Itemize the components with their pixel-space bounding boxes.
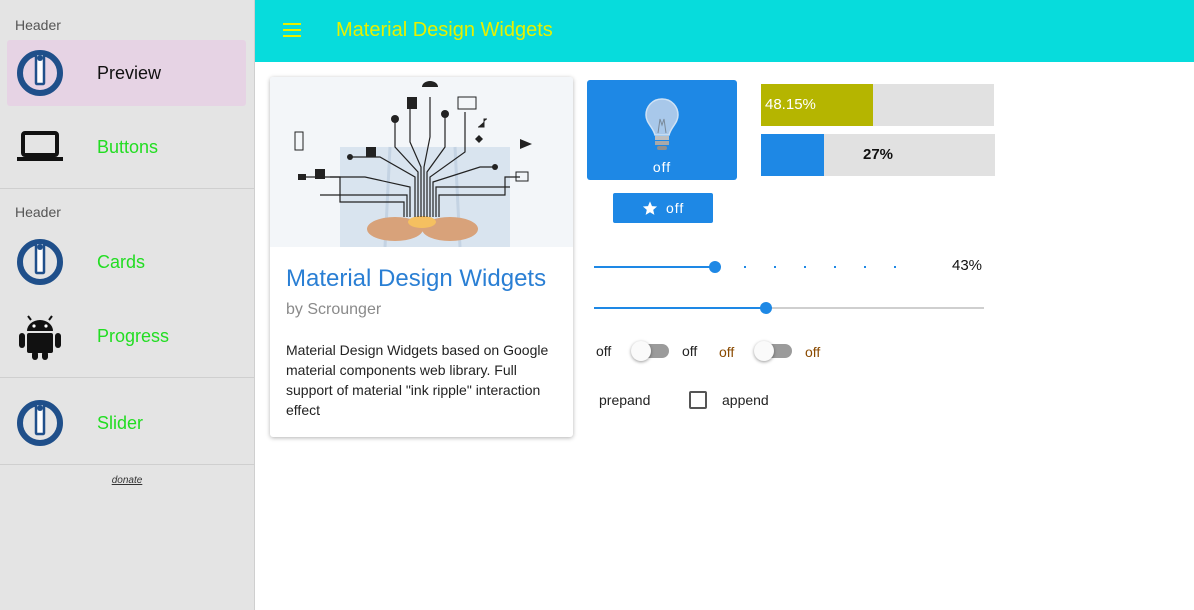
lightbulb-icon — [645, 98, 679, 150]
slider-tick — [774, 266, 776, 268]
checkbox-prepend-label: prepand — [599, 392, 651, 408]
iobroker-logo-icon — [17, 400, 63, 446]
favorite-toggle-button[interactable]: off — [613, 193, 713, 223]
card-description: Material Design Widgets based on Google … — [286, 342, 549, 418]
slider-tick — [864, 266, 866, 268]
sidebar-item-label: Buttons — [97, 137, 159, 157]
slider-fill — [594, 266, 715, 268]
sidebar-item-label: Preview — [97, 63, 162, 83]
slider-thumb[interactable] — [708, 261, 721, 273]
card-title: Material Design Widgets — [286, 265, 547, 292]
sidebar-item-preview[interactable]: Preview — [7, 40, 246, 106]
android-icon — [19, 315, 61, 360]
discrete-slider[interactable] — [594, 261, 896, 273]
sidebar-header: Header — [15, 204, 61, 220]
switch-left-label: off — [719, 344, 735, 360]
slider-tick — [744, 266, 746, 268]
light-state-label: off — [652, 159, 672, 175]
laptop-icon — [17, 131, 63, 161]
slider-value: 43% — [952, 257, 983, 274]
switch-knob — [754, 341, 774, 361]
sidebar-item-label: Cards — [97, 252, 146, 272]
sidebar-header: Header — [15, 17, 61, 33]
star-icon — [642, 201, 658, 215]
donate-link[interactable]: donate — [0, 475, 254, 486]
light-toggle-button[interactable]: off — [587, 80, 737, 180]
card-subtitle: by Scrounger — [286, 301, 382, 318]
continuous-slider[interactable] — [594, 302, 984, 314]
card-media-image — [270, 77, 573, 247]
switch-left-label: off — [596, 343, 612, 359]
checkbox-append-label: append — [722, 392, 769, 408]
sidebar-divider — [0, 464, 254, 465]
iobroker-logo-icon — [17, 50, 63, 96]
sidebar-item-buttons[interactable]: Buttons — [7, 114, 246, 180]
hamburger-menu-icon[interactable] — [283, 23, 301, 37]
switch-knob — [631, 341, 651, 361]
slider-tick — [834, 266, 836, 268]
sidebar-item-label: Progress — [97, 326, 170, 346]
favorite-toggle-label: off — [666, 200, 685, 216]
slider-tick — [804, 266, 806, 268]
top-app-bar: Material Design Widgets — [255, 0, 1194, 62]
slider-thumb[interactable] — [759, 302, 772, 314]
info-card: Material Design Widgets by Scrounger Mat… — [270, 77, 573, 437]
sidebar-item-slider[interactable]: Slider — [7, 390, 246, 456]
page-title: Material Design Widgets — [336, 19, 553, 41]
checkbox[interactable] — [689, 391, 707, 409]
progress-label: 27% — [862, 146, 894, 163]
progress-label: 48.15% — [765, 96, 816, 113]
toggle-switch[interactable] — [631, 341, 669, 361]
slider-tick — [894, 266, 896, 268]
toggle-switch[interactable] — [754, 341, 792, 361]
sidebar: Header Preview Buttons Header Cards Prog… — [0, 0, 255, 610]
sidebar-item-label: Slider — [97, 413, 144, 433]
sidebar-item-progress[interactable]: Progress — [7, 303, 246, 369]
switch-right-label: off — [682, 343, 698, 359]
progress-bar: 48.15% — [761, 84, 994, 126]
switch-right-label: off — [805, 344, 821, 360]
progress-bar: 27% — [761, 134, 995, 176]
iobroker-logo-icon — [17, 239, 63, 285]
sidebar-item-cards[interactable]: Cards — [7, 229, 246, 295]
slider-fill — [594, 307, 766, 309]
